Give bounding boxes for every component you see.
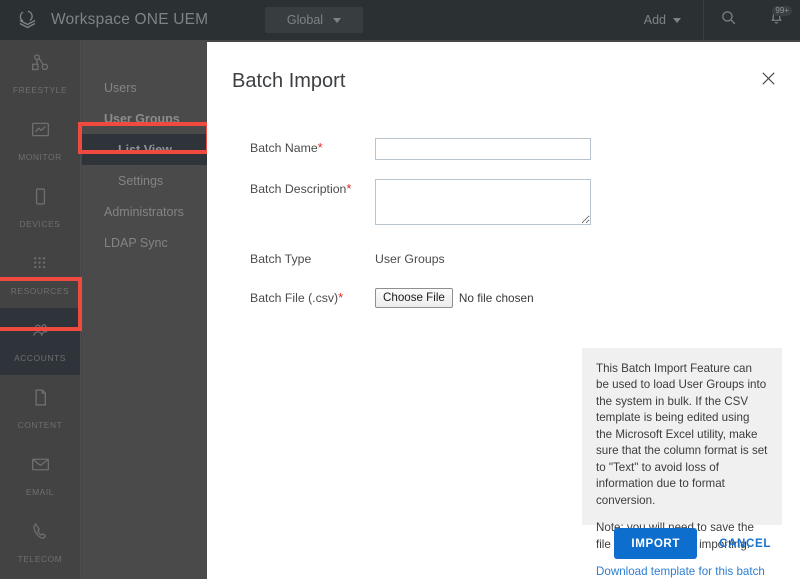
field-row-batch-type: Batch Type User Groups (207, 249, 800, 269)
label-text: Batch Name (250, 141, 318, 155)
subnav-item-administrators[interactable]: Administrators (82, 196, 207, 227)
rail-label: DEVICES (19, 218, 61, 229)
telecom-phone-icon (30, 521, 51, 547)
rail-label: EMAIL (25, 486, 55, 497)
batch-description-input[interactable] (375, 179, 591, 225)
rail-item-freestyle[interactable]: FREESTYLE (0, 40, 80, 107)
email-envelope-icon (30, 454, 51, 480)
search-button[interactable] (704, 0, 752, 40)
rail-label: TELECOM (17, 553, 63, 564)
rail-item-monitor[interactable]: MONITOR (0, 107, 80, 174)
primary-nav-rail: FREESTYLE MONITOR DEVICES RESOURCES ACCO… (0, 40, 81, 579)
rail-item-devices[interactable]: DEVICES (0, 174, 80, 241)
rail-item-telecom[interactable]: TELECOM (0, 509, 80, 576)
subnav-item-list-view[interactable]: List View (82, 134, 207, 165)
field-row-batch-name: Batch Name* (207, 138, 800, 160)
monitor-chart-icon (30, 119, 51, 145)
cancel-button[interactable]: CANCEL (711, 528, 779, 559)
rail-label: FREESTYLE (12, 84, 68, 95)
resources-grid-icon (30, 253, 51, 279)
rail-item-resources[interactable]: RESOURCES (0, 241, 80, 308)
search-icon (720, 9, 737, 31)
batch-type-value: User Groups (375, 252, 445, 266)
batch-import-info-box: This Batch Import Feature can be used to… (582, 348, 782, 578)
batch-import-modal: Batch Import Batch Name* Batch Descripti… (207, 42, 800, 579)
device-phone-icon (30, 186, 51, 212)
batch-file-label: Batch File (.csv)* (207, 288, 375, 308)
required-asterisk: * (317, 140, 323, 155)
batch-import-form: Batch Name* Batch Description* Batch Typ… (207, 138, 800, 327)
batch-description-label: Batch Description* (207, 179, 375, 199)
accounts-users-icon (30, 320, 51, 346)
rail-item-accounts[interactable]: ACCOUNTS (0, 308, 80, 375)
brand: Workspace ONE UEM (0, 8, 208, 32)
label-text: Batch Type (250, 252, 312, 266)
batch-name-label: Batch Name* (207, 138, 375, 158)
info-paragraph-1: This Batch Import Feature can be used to… (596, 362, 768, 507)
add-menu-label: Add (643, 13, 666, 27)
modal-title: Batch Import (232, 70, 346, 92)
content-file-icon (30, 387, 51, 413)
rail-label: MONITOR (18, 151, 62, 162)
label-text: Batch File (.csv) (250, 291, 339, 305)
rail-label: ACCOUNTS (14, 352, 66, 363)
workspace-one-logo-icon (16, 8, 40, 32)
choose-file-button[interactable]: Choose File (375, 288, 453, 309)
label-text: Batch Description (250, 182, 347, 196)
file-status-text: No file chosen (458, 291, 534, 306)
top-header-bar: Workspace ONE UEM Global Add 99+ (0, 0, 800, 40)
batch-name-input[interactable] (375, 138, 591, 160)
rail-item-email[interactable]: EMAIL (0, 442, 80, 509)
batch-file-control: Choose File No file chosen (375, 288, 800, 309)
chevron-down-icon (673, 17, 681, 23)
secondary-nav: Users User Groups List View Settings Adm… (82, 40, 207, 579)
rail-label: CONTENT (17, 419, 63, 430)
required-asterisk: * (346, 181, 352, 196)
org-group-selector[interactable]: Global (265, 7, 363, 33)
batch-name-control (375, 138, 800, 160)
subnav-item-settings[interactable]: Settings (82, 165, 207, 196)
field-row-batch-description: Batch Description* (207, 179, 800, 230)
modal-footer: IMPORT CANCEL (207, 507, 800, 579)
field-row-batch-file: Batch File (.csv)* Choose File No file c… (207, 288, 800, 309)
rail-label: RESOURCES (10, 285, 70, 296)
batch-type-control: User Groups (375, 249, 800, 269)
subnav-item-users[interactable]: Users (82, 72, 207, 103)
subnav-item-user-groups[interactable]: User Groups (82, 103, 207, 134)
required-asterisk: * (338, 290, 344, 305)
topbar-actions: Add 99+ (644, 0, 800, 40)
subnav-item-ldap-sync[interactable]: LDAP Sync (82, 227, 207, 258)
freestyle-icon (30, 52, 51, 78)
chevron-down-icon (333, 17, 342, 23)
notifications-button[interactable]: 99+ (752, 0, 800, 40)
add-menu-button[interactable]: Add (644, 13, 703, 27)
notification-badge: 99+ (772, 6, 792, 16)
app-title: Workspace ONE UEM (51, 11, 209, 28)
org-group-label: Global (286, 13, 324, 27)
close-icon[interactable] (760, 70, 784, 94)
batch-description-control (375, 179, 800, 230)
batch-type-label: Batch Type (207, 249, 375, 269)
app-root: Workspace ONE UEM Global Add 99+ FREESTY… (0, 0, 800, 579)
import-button[interactable]: IMPORT (614, 527, 698, 559)
rail-item-content[interactable]: CONTENT (0, 375, 80, 442)
